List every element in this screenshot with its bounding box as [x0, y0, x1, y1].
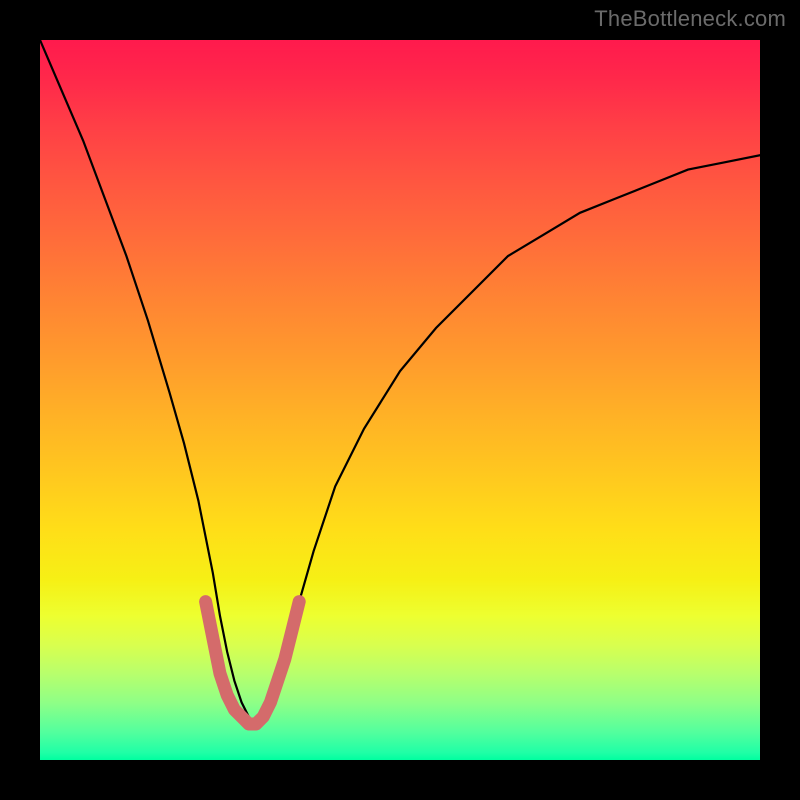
valley-marker [206, 602, 300, 724]
bottleneck-curve [40, 40, 760, 724]
watermark-text: TheBottleneck.com [594, 6, 786, 32]
chart-frame: TheBottleneck.com [0, 0, 800, 800]
plot-area [40, 40, 760, 760]
chart-svg [40, 40, 760, 760]
